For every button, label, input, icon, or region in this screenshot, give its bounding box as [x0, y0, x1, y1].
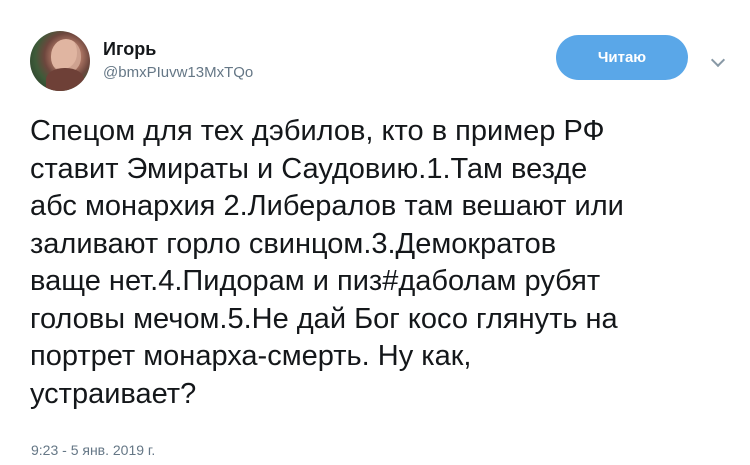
user-name[interactable]: Игорь: [103, 39, 156, 59]
chevron-down-icon[interactable]: [710, 52, 726, 68]
tweet-text: Спецом для тех дэбилов, кто в пример РФ …: [30, 115, 624, 410]
follow-button[interactable]: Читаю: [556, 35, 688, 80]
user-handle[interactable]: @bmxPIuvw13MxTQo: [103, 64, 253, 82]
avatar[interactable]: [30, 31, 90, 91]
tweet-card: Игорь @bmxPIuvw13MxTQo Читаю Спецом для …: [0, 0, 750, 465]
timestamp[interactable]: 9:23 - 5 янв. 2019 г.: [31, 441, 155, 459]
